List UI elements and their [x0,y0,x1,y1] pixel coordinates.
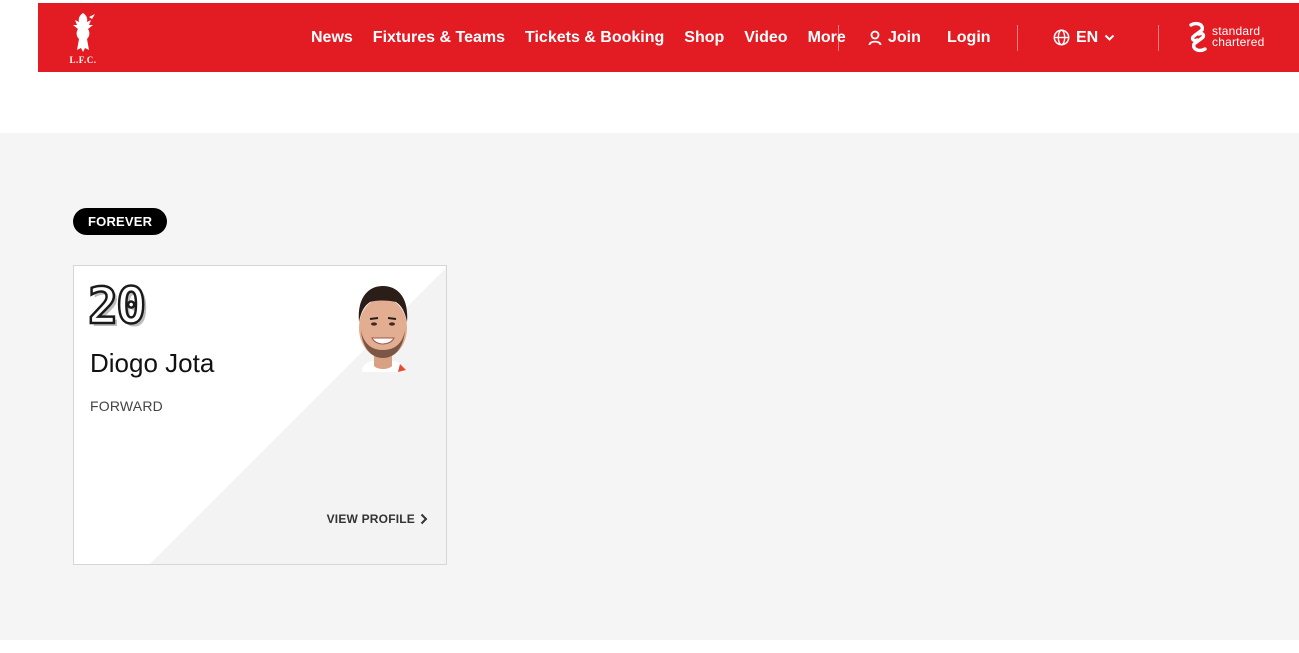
sponsor-line2: chartered [1212,35,1265,49]
player-position: FORWARD [90,398,163,414]
nav-divider [1017,25,1018,51]
chevron-down-icon [1105,34,1115,41]
view-profile-link[interactable]: VIEW PROFILE [327,512,428,526]
section-badge: FOREVER [73,208,168,235]
language-label: EN [1076,28,1099,46]
join-button[interactable]: Join [868,3,921,72]
join-label: Join [888,28,921,46]
nav-divider [838,25,839,51]
lfc-logo[interactable]: L.F.C. [66,10,100,66]
nav-divider [1158,25,1159,51]
nav-video[interactable]: Video [744,29,787,47]
user-icon [868,30,882,45]
language-selector[interactable]: EN [1053,3,1115,72]
login-button[interactable]: Login [947,3,991,72]
nav-fixtures-teams[interactable]: Fixtures & Teams [373,29,505,47]
player-headshot [358,286,408,372]
nav-tickets-booking[interactable]: Tickets & Booking [525,29,664,47]
view-profile-label: VIEW PROFILE [326,512,415,526]
sponsor-text: standard chartered [1212,25,1265,49]
player-card[interactable]: 20 Diogo Jota FORWARD VIEW PROFILE [73,265,447,565]
globe-icon [1053,29,1070,46]
chevron-right-icon [420,513,428,525]
site-header: L.F.C. News Fixtures & Teams Tickets & B… [38,3,1299,72]
login-label: Login [947,28,991,46]
liverbird-icon [73,13,95,52]
player-name: Diogo Jota [90,348,215,378]
nav-more[interactable]: More [808,29,846,47]
nav-shop[interactable]: Shop [684,29,724,47]
logo-text: L.F.C. [69,55,97,65]
sponsor-logo[interactable]: standard chartered [1188,21,1265,53]
shirt-number: 20 [87,277,148,336]
nav-news[interactable]: News [311,29,353,47]
standard-chartered-icon [1189,21,1207,53]
main-nav: News Fixtures & Teams Tickets & Booking … [311,3,846,72]
